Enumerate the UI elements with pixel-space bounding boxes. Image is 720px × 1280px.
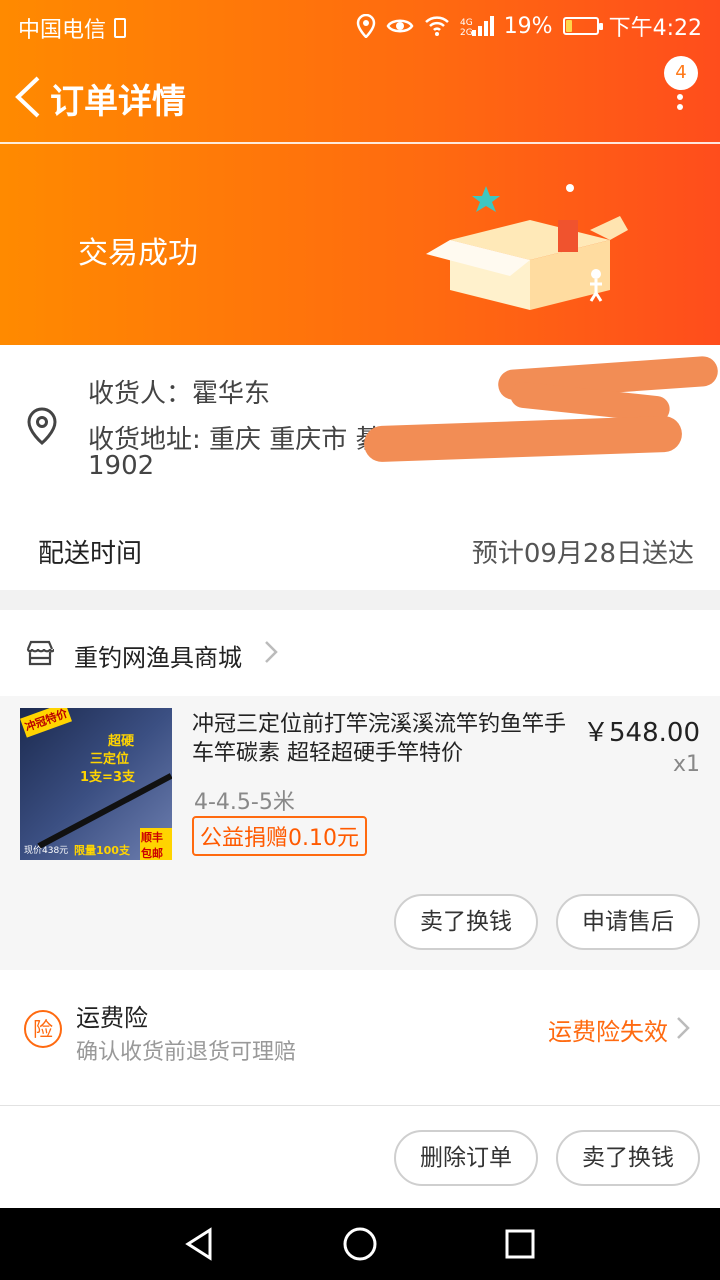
insurance-status: 运费险失效 — [548, 1018, 668, 1046]
chevron-right-icon — [677, 1017, 690, 1039]
delivery-estimate: 预计09月28日送达 — [471, 539, 694, 569]
delete-order-button[interactable]: 删除订单 — [394, 1130, 538, 1186]
page-title: 订单详情 — [50, 82, 186, 122]
notification-badge: 4 — [664, 56, 698, 90]
product-quantity: x1 — [672, 752, 700, 777]
after-sale-button[interactable]: 申请售后 — [556, 894, 700, 950]
wifi-icon — [424, 16, 449, 36]
recents-square-icon[interactable] — [502, 1226, 538, 1262]
battery-icon — [562, 17, 603, 35]
carrier-name: 中国电信 — [18, 18, 107, 43]
status-bar: 中国电信 4G 2G 19% 下午4:22 — [0, 0, 720, 50]
insurance-icon: 险 — [24, 1010, 62, 1048]
insurance-title: 运费险 — [76, 1004, 148, 1032]
home-circle-icon[interactable] — [342, 1226, 378, 1262]
product-spec: 4-4.5-5米 — [194, 790, 295, 815]
back-arrow-icon[interactable] — [10, 74, 50, 120]
product-price: ￥548.00 — [583, 718, 700, 748]
location-icon — [356, 14, 375, 38]
sell-for-cash-button[interactable]: 卖了换钱 — [556, 1130, 700, 1186]
carrier: 中国电信 — [18, 12, 127, 44]
sim-icon — [114, 18, 127, 38]
store-icon — [26, 640, 54, 666]
status-icons: 4G 2G 19% 下午4:22 — [356, 10, 702, 42]
address-card[interactable]: 收货人：霍华东 189 收货地址: 重庆 重庆市 綦 1902 配送时间 预计0… — [0, 345, 720, 590]
store-row[interactable]: 重钓网渔具商城 — [0, 610, 720, 696]
nav-bar: 订单详情 4 — [0, 52, 720, 144]
product-thumbnail[interactable]: 冲冠特价 超硬 三定位 1支=3支 顺丰包邮 现价438元 限量100支 — [20, 708, 172, 860]
back-triangle-icon[interactable] — [182, 1226, 218, 1262]
product-title[interactable]: 冲冠三定位前打竿浣溪溪流竿钓鱼竿手车竿碳素 超轻超硬手竿特价 — [192, 710, 582, 768]
receiver-address-tail: 1902 — [88, 451, 155, 481]
product-item[interactable]: 冲冠特价 超硬 三定位 1支=3支 顺丰包邮 现价438元 限量100支 冲冠三… — [0, 696, 720, 970]
system-nav-bar — [0, 1208, 720, 1280]
store-name: 重钓网渔具商城 — [74, 644, 242, 672]
redaction-mark — [363, 415, 683, 463]
delivery-label: 配送时间 — [38, 539, 143, 569]
insurance-subtitle: 确认收货前退货可理赔 — [76, 1040, 297, 1065]
order-status: 交易成功 — [78, 236, 198, 271]
svg-text:4G: 4G — [460, 18, 473, 28]
receiver-name: 收货人：霍华东 — [88, 379, 271, 409]
chevron-right-icon — [265, 641, 278, 663]
donation-tag: 公益捐赠0.10元 — [192, 816, 367, 856]
eye-icon — [386, 19, 414, 33]
package-box-icon — [426, 184, 628, 310]
location-pin-icon — [27, 407, 57, 445]
svg-text:2G: 2G — [460, 28, 473, 36]
sell-for-cash-button[interactable]: 卖了换钱 — [394, 894, 538, 950]
clock: 下午4:22 — [608, 16, 702, 41]
shipping-insurance-row[interactable]: 险 运费险 确认收货前退货可理赔 运费险失效 — [0, 970, 720, 1106]
order-header: 中国电信 4G 2G 19% 下午4:22 订单详情 4 交易成功 — [0, 0, 720, 345]
signal-icon: 4G2G — [460, 16, 494, 36]
bottom-action-bar: 删除订单 卖了换钱 — [0, 1106, 720, 1208]
battery-percent: 19% — [503, 13, 553, 39]
